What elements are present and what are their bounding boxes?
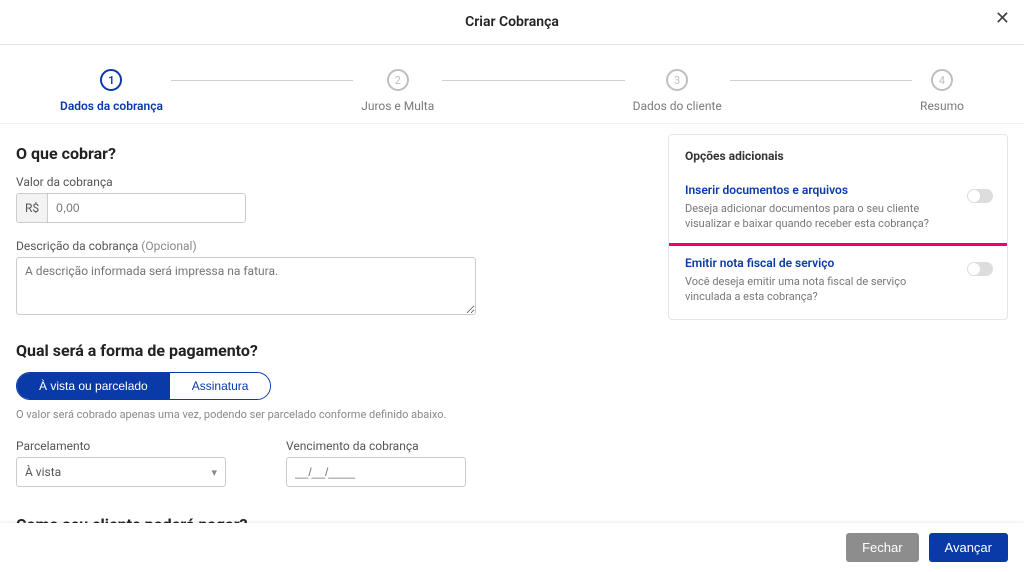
description-textarea[interactable] bbox=[16, 257, 476, 315]
step-number: 4 bbox=[931, 69, 953, 91]
stepper: 1 Dados da cobrança 2 Juros e Multa 3 Da… bbox=[0, 45, 1024, 124]
next-button[interactable]: Avançar bbox=[929, 533, 1008, 562]
value-input[interactable] bbox=[48, 194, 245, 222]
section-what-charge: O que cobrar? bbox=[16, 144, 628, 163]
step-4[interactable]: 4 Resumo bbox=[920, 69, 964, 113]
option-emit-nota-fiscal: Emitir nota fiscal de serviço Você desej… bbox=[668, 243, 1008, 320]
parcel-value: À vista bbox=[25, 465, 61, 479]
option-title: Emitir nota fiscal de serviço bbox=[685, 256, 991, 270]
step-number: 2 bbox=[387, 69, 409, 91]
value-label: Valor da cobrança bbox=[16, 175, 628, 189]
section-payment-method: Qual será a forma de pagamento? bbox=[16, 341, 628, 360]
seg-avista-parcelado[interactable]: À vista ou parcelado bbox=[17, 373, 170, 399]
due-label: Vencimento da cobrança bbox=[286, 439, 466, 453]
step-connector bbox=[442, 80, 624, 81]
step-connector bbox=[730, 80, 912, 81]
payment-help-text: O valor será cobrado apenas uma vez, pod… bbox=[16, 408, 628, 421]
step-1[interactable]: 1 Dados da cobrança bbox=[60, 69, 163, 113]
additional-options-card: Opções adicionais Inserir documentos e a… bbox=[668, 134, 1008, 320]
parcel-select[interactable]: À vista ▾ bbox=[16, 457, 226, 487]
toggle-insert-documents[interactable] bbox=[967, 189, 993, 203]
step-connector bbox=[171, 80, 353, 81]
option-title: Inserir documentos e arquivos bbox=[685, 183, 991, 197]
step-label: Dados do cliente bbox=[633, 99, 722, 113]
step-3[interactable]: 3 Dados do cliente bbox=[633, 69, 722, 113]
step-number: 3 bbox=[666, 69, 688, 91]
option-insert-documents: Inserir documentos e arquivos Deseja adi… bbox=[669, 173, 1007, 246]
parcel-label: Parcelamento bbox=[16, 439, 226, 453]
step-2[interactable]: 2 Juros e Multa bbox=[361, 69, 434, 113]
step-label: Juros e Multa bbox=[361, 99, 434, 113]
close-icon[interactable]: ✕ bbox=[995, 10, 1010, 28]
modal-title: Criar Cobrança bbox=[0, 14, 1024, 30]
option-desc: Deseja adicionar documentos para o seu c… bbox=[685, 201, 935, 232]
step-label: Resumo bbox=[920, 99, 964, 113]
currency-prefix: R$ bbox=[17, 194, 48, 222]
footer-bar: Fechar Avançar bbox=[0, 523, 1024, 572]
seg-assinatura[interactable]: Assinatura bbox=[170, 373, 271, 399]
option-desc: Você deseja emitir uma nota fiscal de se… bbox=[685, 274, 935, 305]
options-title: Opções adicionais bbox=[669, 135, 1007, 173]
due-date-input[interactable] bbox=[286, 457, 466, 487]
close-button[interactable]: Fechar bbox=[846, 533, 918, 562]
payment-type-toggle: À vista ou parcelado Assinatura bbox=[16, 372, 271, 400]
toggle-emit-nota-fiscal[interactable] bbox=[967, 262, 993, 276]
chevron-down-icon: ▾ bbox=[211, 466, 217, 479]
value-input-wrap[interactable]: R$ bbox=[16, 193, 246, 223]
step-number: 1 bbox=[100, 69, 122, 91]
step-label: Dados da cobrança bbox=[60, 99, 163, 113]
desc-label: Descrição da cobrança (Opcional) bbox=[16, 239, 628, 253]
